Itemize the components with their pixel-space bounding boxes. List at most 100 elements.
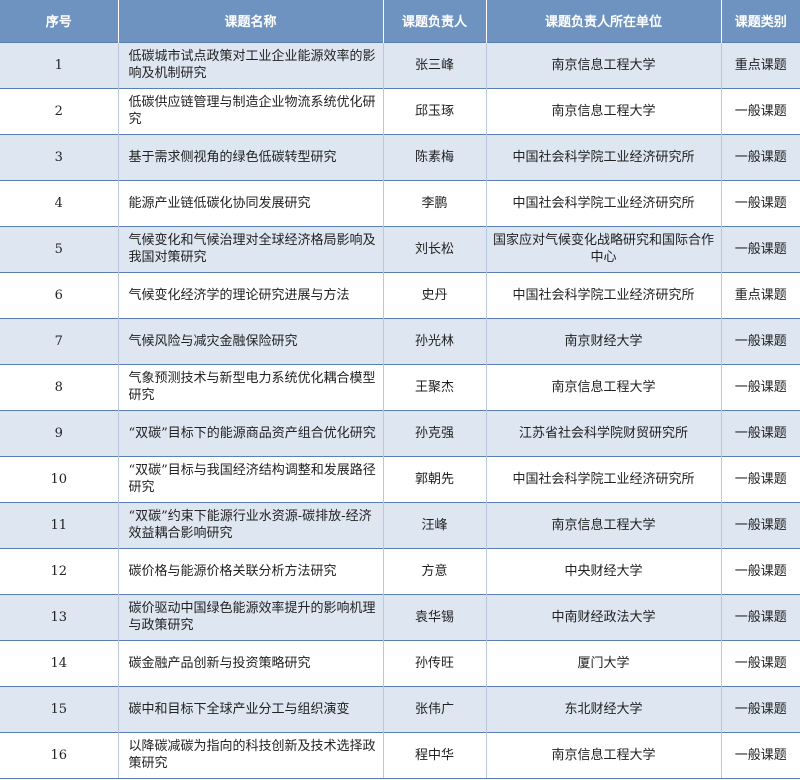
cell-unit: 南京信息工程大学 xyxy=(486,363,722,410)
header-lead: 课题负责人 xyxy=(383,0,487,42)
cell-lead: 孙传旺 xyxy=(383,639,487,686)
cell-title: 气候风险与减灾金融保险研究 xyxy=(118,317,384,364)
cell-lead: 袁华锡 xyxy=(383,593,487,640)
header-row: 序号 课题名称 课题负责人 课题负责人所在单位 课题类别 xyxy=(0,0,800,42)
table-row: 12 碳价格与能源价格关联分析方法研究 方意 中央财经大学 一般课题 xyxy=(0,547,800,594)
cell-lead: 李鹏 xyxy=(383,179,487,226)
cell-title: 低碳供应链管理与制造企业物流系统优化研究 xyxy=(118,87,384,134)
cell-type: 一般课题 xyxy=(721,593,800,640)
cell-title: “双碳”目标下的能源商品资产组合优化研究 xyxy=(118,409,384,456)
cell-no: 10 xyxy=(0,455,119,502)
cell-title: 基于需求侧视角的绿色低碳转型研究 xyxy=(118,133,384,180)
cell-unit: 中国社会科学院工业经济研究所 xyxy=(486,179,722,226)
header-type: 课题类别 xyxy=(721,0,800,42)
cell-lead: 孙光林 xyxy=(383,317,487,364)
cell-no: 1 xyxy=(0,41,119,88)
cell-no: 4 xyxy=(0,179,119,226)
cell-unit: 南京信息工程大学 xyxy=(486,87,722,134)
cell-no: 15 xyxy=(0,685,119,732)
cell-lead: 郭朝先 xyxy=(383,455,487,502)
cell-unit: 中国社会科学院工业经济研究所 xyxy=(486,271,722,318)
cell-title: 能源产业链低碳化协同发展研究 xyxy=(118,179,384,226)
cell-no: 8 xyxy=(0,363,119,410)
cell-unit: 中南财经政法大学 xyxy=(486,593,722,640)
cell-title: “双碳”目标与我国经济结构调整和发展路径研究 xyxy=(118,455,384,502)
table-row: 7 气候风险与减灾金融保险研究 孙光林 南京财经大学 一般课题 xyxy=(0,317,800,364)
table-row: 6 气候变化经济学的理论研究进展与方法 史丹 中国社会科学院工业经济研究所 重点… xyxy=(0,271,800,318)
cell-type: 一般课题 xyxy=(721,547,800,594)
cell-lead: 汪峰 xyxy=(383,501,487,548)
cell-title: 碳价驱动中国绿色能源效率提升的影响机理与政策研究 xyxy=(118,593,384,640)
cell-unit: 东北财经大学 xyxy=(486,685,722,732)
cell-title: 碳金融产品创新与投资策略研究 xyxy=(118,639,384,686)
cell-no: 11 xyxy=(0,501,119,548)
cell-title: 低碳城市试点政策对工业企业能源效率的影响及机制研究 xyxy=(118,41,384,88)
cell-no: 12 xyxy=(0,547,119,594)
cell-no: 16 xyxy=(0,731,119,779)
cell-unit: 中央财经大学 xyxy=(486,547,722,594)
cell-lead: 张伟广 xyxy=(383,685,487,732)
cell-type: 一般课题 xyxy=(721,455,800,502)
cell-type: 一般课题 xyxy=(721,133,800,180)
table-row: 16 以降碳减碳为指向的科技创新及技术选择政策研究 程中华 南京信息工程大学 一… xyxy=(0,731,800,779)
cell-type: 一般课题 xyxy=(721,501,800,548)
cell-unit: 中国社会科学院工业经济研究所 xyxy=(486,133,722,180)
cell-type: 一般课题 xyxy=(721,317,800,364)
cell-no: 7 xyxy=(0,317,119,364)
cell-title: 碳中和目标下全球产业分工与组织演变 xyxy=(118,685,384,732)
cell-type: 重点课题 xyxy=(721,41,800,88)
cell-type: 重点课题 xyxy=(721,271,800,318)
cell-no: 2 xyxy=(0,87,119,134)
table-row: 15 碳中和目标下全球产业分工与组织演变 张伟广 东北财经大学 一般课题 xyxy=(0,685,800,732)
table-row: 9 “双碳”目标下的能源商品资产组合优化研究 孙克强 江苏省社会科学院财贸研究所… xyxy=(0,409,800,456)
table-row: 8 气象预测技术与新型电力系统优化耦合模型研究 王聚杰 南京信息工程大学 一般课… xyxy=(0,363,800,410)
cell-unit: 南京信息工程大学 xyxy=(486,41,722,88)
cell-unit: 国家应对气候变化战略研究和国际合作中心 xyxy=(486,225,722,272)
table-row: 10 “双碳”目标与我国经济结构调整和发展路径研究 郭朝先 中国社会科学院工业经… xyxy=(0,455,800,502)
cell-title: 气候变化经济学的理论研究进展与方法 xyxy=(118,271,384,318)
cell-unit: 南京财经大学 xyxy=(486,317,722,364)
cell-type: 一般课题 xyxy=(721,363,800,410)
table-row: 14 碳金融产品创新与投资策略研究 孙传旺 厦门大学 一般课题 xyxy=(0,639,800,686)
table-row: 1 低碳城市试点政策对工业企业能源效率的影响及机制研究 张三峰 南京信息工程大学… xyxy=(0,41,800,88)
table-row: 4 能源产业链低碳化协同发展研究 李鹏 中国社会科学院工业经济研究所 一般课题 xyxy=(0,179,800,226)
cell-no: 3 xyxy=(0,133,119,180)
table-row: 3 基于需求侧视角的绿色低碳转型研究 陈素梅 中国社会科学院工业经济研究所 一般… xyxy=(0,133,800,180)
cell-type: 一般课题 xyxy=(721,225,800,272)
cell-title: 碳价格与能源价格关联分析方法研究 xyxy=(118,547,384,594)
cell-unit: 江苏省社会科学院财贸研究所 xyxy=(486,409,722,456)
cell-unit: 厦门大学 xyxy=(486,639,722,686)
cell-type: 一般课题 xyxy=(721,409,800,456)
cell-lead: 刘长松 xyxy=(383,225,487,272)
cell-lead: 陈素梅 xyxy=(383,133,487,180)
cell-title: 气象预测技术与新型电力系统优化耦合模型研究 xyxy=(118,363,384,410)
cell-no: 9 xyxy=(0,409,119,456)
cell-lead: 史丹 xyxy=(383,271,487,318)
cell-no: 14 xyxy=(0,639,119,686)
cell-no: 6 xyxy=(0,271,119,318)
cell-unit: 南京信息工程大学 xyxy=(486,731,722,779)
table-row: 5 气候变化和气候治理对全球经济格局影响及我国对策研究 刘长松 国家应对气候变化… xyxy=(0,225,800,272)
cell-unit: 中国社会科学院工业经济研究所 xyxy=(486,455,722,502)
cell-no: 13 xyxy=(0,593,119,640)
cell-lead: 王聚杰 xyxy=(383,363,487,410)
cell-type: 一般课题 xyxy=(721,87,800,134)
table-row: 11 “双碳”约束下能源行业水资源-碳排放-经济效益耦合影响研究 汪峰 南京信息… xyxy=(0,501,800,548)
cell-lead: 孙克强 xyxy=(383,409,487,456)
header-unit: 课题负责人所在单位 xyxy=(486,0,722,42)
cell-unit: 南京信息工程大学 xyxy=(486,501,722,548)
cell-title: 以降碳减碳为指向的科技创新及技术选择政策研究 xyxy=(118,731,384,779)
cell-lead: 张三峰 xyxy=(383,41,487,88)
cell-lead: 方意 xyxy=(383,547,487,594)
header-title: 课题名称 xyxy=(118,0,384,42)
cell-type: 一般课题 xyxy=(721,685,800,732)
project-table: 序号 课题名称 课题负责人 课题负责人所在单位 课题类别 1 低碳城市试点政策对… xyxy=(0,0,800,779)
cell-no: 5 xyxy=(0,225,119,272)
cell-lead: 邱玉琢 xyxy=(383,87,487,134)
header-no: 序号 xyxy=(0,0,119,42)
cell-title: “双碳”约束下能源行业水资源-碳排放-经济效益耦合影响研究 xyxy=(118,501,384,548)
cell-lead: 程中华 xyxy=(383,731,487,779)
cell-type: 一般课题 xyxy=(721,731,800,779)
table-row: 13 碳价驱动中国绿色能源效率提升的影响机理与政策研究 袁华锡 中南财经政法大学… xyxy=(0,593,800,640)
cell-type: 一般课题 xyxy=(721,179,800,226)
